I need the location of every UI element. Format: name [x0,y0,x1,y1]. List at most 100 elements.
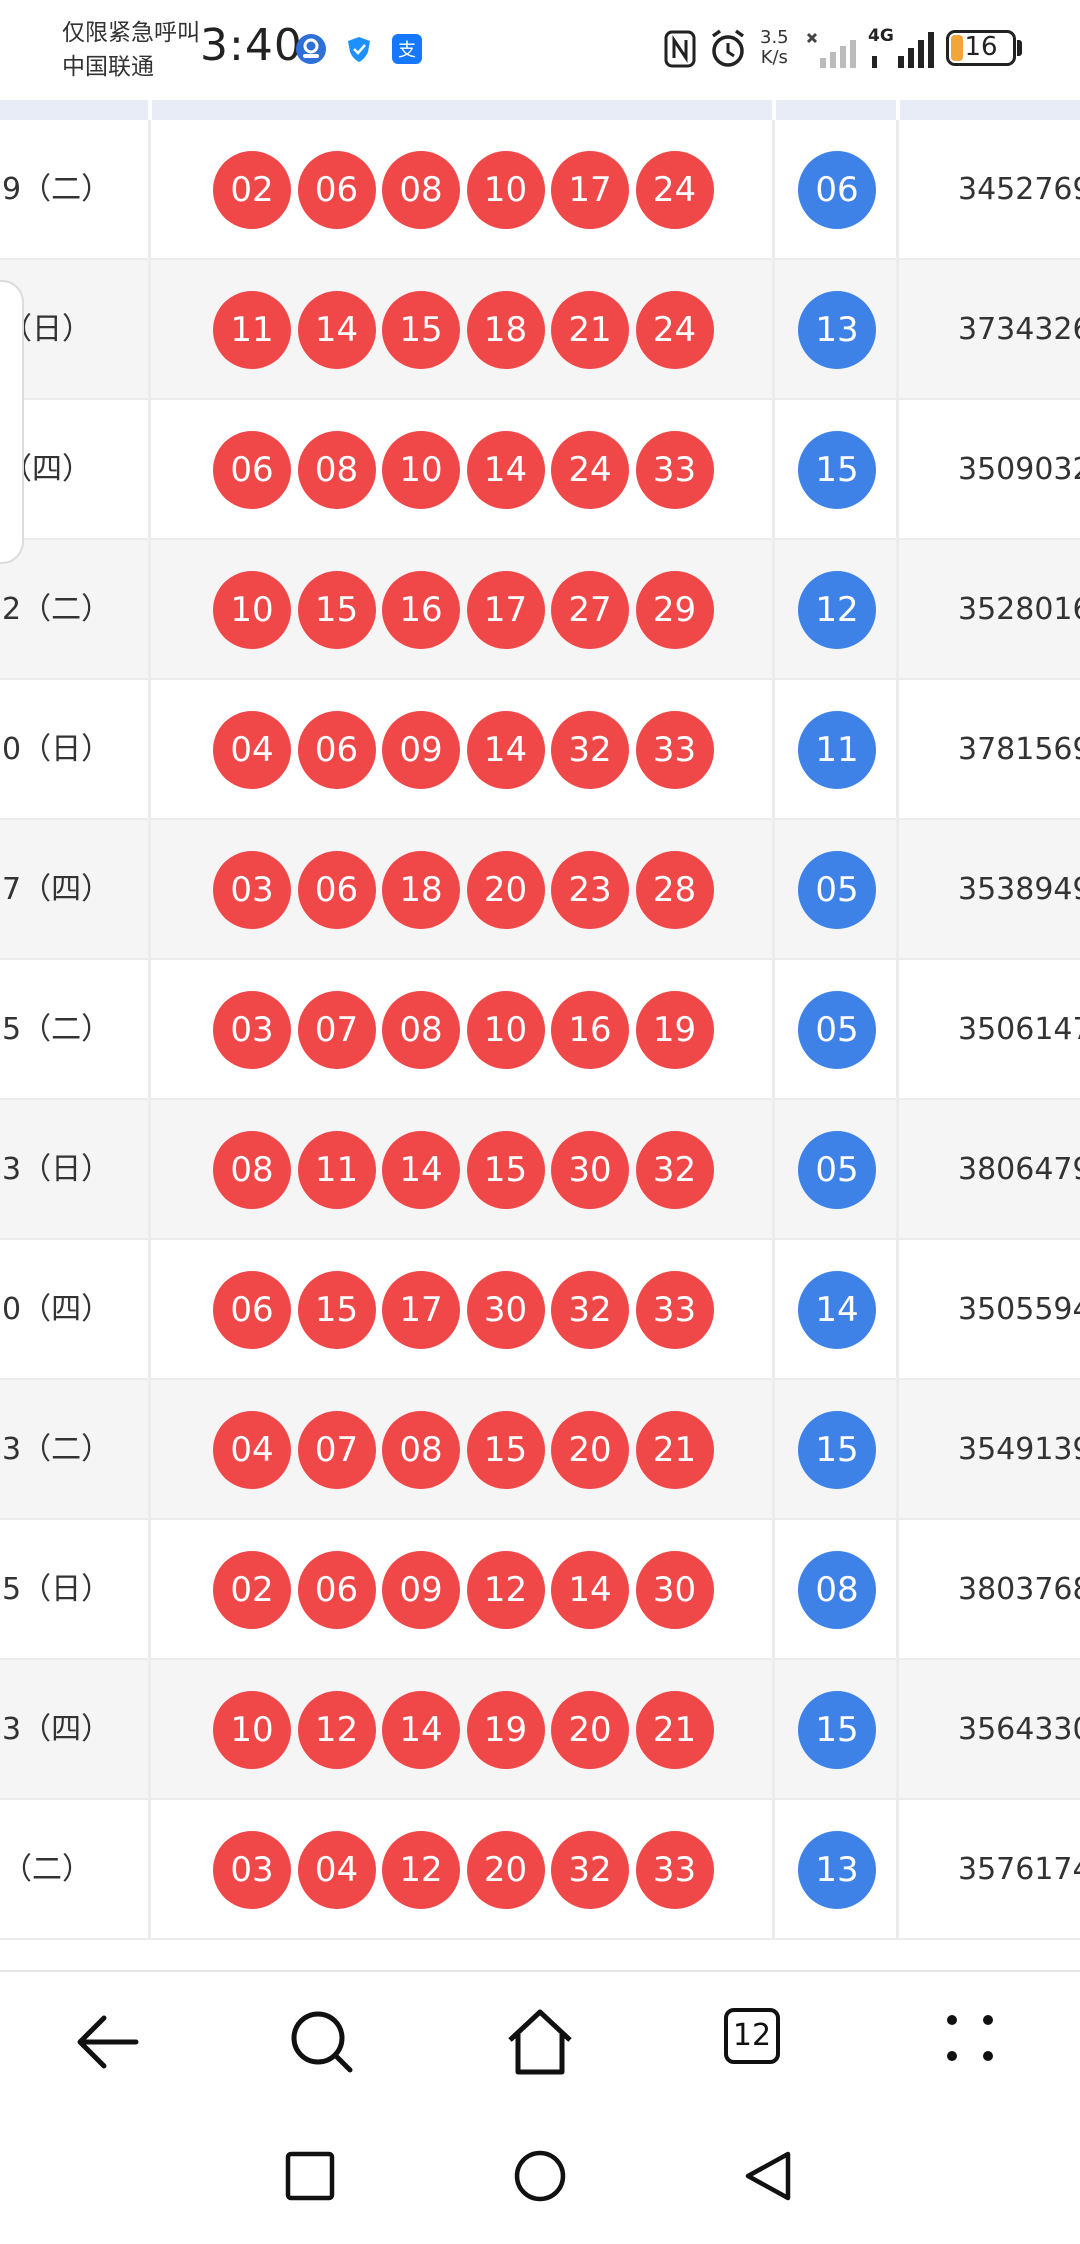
red-ball: 03 [213,1831,291,1909]
table-row[interactable]: 7（四） 03 06 18 20 23 28 05 3538949 [0,820,1080,960]
red-ball: 15 [297,571,376,649]
home-icon [508,2009,572,2075]
table-row[interactable]: 0（日） 04 06 09 14 32 33 11 3781569 [0,680,1080,820]
back-arrow-icon [77,2015,139,2069]
red-ball: 33 [635,1271,714,1349]
red-ball: 33 [635,1831,714,1909]
red-ball: 08 [213,1131,291,1209]
blue-ball: 05 [798,991,876,1069]
red-ball: 30 [466,1271,545,1349]
red-ball: 06 [297,151,376,229]
system-back-button[interactable] [740,2146,800,2206]
blue-ball: 14 [798,1271,876,1349]
red-ball: 15 [466,1411,545,1489]
red-ball: 21 [551,291,629,369]
red-ball: 15 [297,1271,376,1349]
home-button[interactable] [500,2002,580,2082]
table-row[interactable]: 2（二） 10 15 16 17 27 29 12 3528016 [0,540,1080,680]
red-ball: 29 [635,571,714,649]
signal-icon [806,26,862,72]
red-ball: 14 [466,711,545,789]
wallet-icon [296,34,326,64]
red-ball: 27 [551,571,629,649]
blue-ball: 15 [798,431,876,509]
table-row[interactable]: 3（日） 08 11 14 15 30 32 05 3806479 [0,1100,1080,1240]
draw-date: 5（日） [2,1572,112,1607]
red-ball: 19 [635,991,714,1069]
red-ball: 24 [551,431,629,509]
sales-amount: 3505594 [958,1292,1080,1327]
draw-date: 0（日） [2,732,112,767]
sales-amount: 3576174 [958,1852,1080,1887]
table-row[interactable]: （四） 06 08 10 14 24 33 15 3509032 [0,400,1080,540]
red-ball: 10 [466,991,545,1069]
red-ball: 19 [466,1691,545,1769]
system-navigation-bar [0,2106,1080,2244]
shield-icon [344,34,374,64]
red-ball: 32 [551,1271,629,1349]
red-ball: 14 [382,1691,460,1769]
draw-date: 3（二） [2,1432,112,1467]
network-speed: 3.5 K/s [760,28,789,68]
carrier-line-2: 中国联通 [62,54,154,80]
sales-amount: 3506147 [958,1012,1080,1047]
red-ball: 11 [213,291,291,369]
side-drawer-handle[interactable] [0,280,24,564]
carrier-info: 仅限紧急呼叫 中国联通 [62,16,200,84]
search-icon [291,2011,353,2073]
red-ball: 18 [466,291,545,369]
table-row[interactable]: 0（四） 06 15 17 30 32 33 14 3505594 [0,1240,1080,1380]
search-button[interactable] [282,2002,362,2082]
red-ball: 10 [213,571,291,649]
red-ball: 09 [382,711,460,789]
table-row[interactable]: 3（二） 04 07 08 15 20 21 15 3549139 [0,1380,1080,1520]
cellular-signal: 4G [868,26,938,72]
red-ball: 02 [213,1551,291,1629]
red-ball: 16 [382,571,460,649]
red-ball: 06 [297,1551,376,1629]
table-row[interactable]: 5（日） 02 06 09 12 14 30 08 3803768 [0,1520,1080,1660]
red-ball: 07 [297,991,376,1069]
sales-amount: 3509032 [958,452,1080,487]
draw-date: 2（二） [2,592,112,627]
red-ball: 32 [635,1131,714,1209]
table-row[interactable]: （二） 03 04 12 20 32 33 13 3576174 [0,1800,1080,1940]
red-ball: 04 [297,1831,376,1909]
table-row[interactable]: 9（二） 02 06 08 10 17 24 06 3452769 [0,120,1080,260]
red-ball: 10 [382,431,460,509]
draw-date: （二） [2,1852,92,1887]
red-ball: 02 [213,151,291,229]
tabs-button[interactable]: 12 [724,2002,804,2082]
nav-back-icon [745,2151,791,2201]
more-button[interactable] [932,2002,1012,2082]
red-ball: 12 [466,1551,545,1629]
red-ball: 04 [213,711,291,789]
blue-ball: 13 [798,291,876,369]
red-ball: 12 [382,1831,460,1909]
sales-amount: 3538949 [958,872,1080,907]
system-home-button[interactable] [510,2146,570,2206]
blue-ball: 12 [798,571,876,649]
table-row[interactable]: （日） 11 14 15 18 21 24 13 3734326 [0,260,1080,400]
red-ball: 03 [213,991,291,1069]
draw-date: 7（四） [2,872,112,907]
back-button[interactable] [68,2002,148,2082]
recent-apps-button[interactable] [280,2146,340,2206]
status-time: 3:40 [200,20,303,71]
red-ball: 33 [635,711,714,789]
sales-amount: 3564330 [958,1712,1080,1747]
status-bar: 仅限紧急呼叫 中国联通 3:40 支 3.5 K/s 4G 16 [0,0,1080,100]
table-row[interactable]: 5（二） 03 07 08 10 16 19 05 3506147 [0,960,1080,1100]
sales-amount: 3452769 [958,172,1080,207]
table-row[interactable]: 3（四） 10 12 14 19 20 21 15 3564330 [0,1660,1080,1800]
lottery-results-table[interactable]: 9（二） 02 06 08 10 17 24 06 3452769 （日） 11 14 15 18 21 24… [0,100,1080,1970]
sales-amount: 3734326 [958,312,1080,347]
draw-date: 9（二） [2,172,112,207]
red-ball: 08 [382,151,460,229]
red-ball: 04 [213,1411,291,1489]
red-ball: 17 [466,571,545,649]
sales-amount: 3803768 [958,1572,1080,1607]
red-ball: 11 [297,1131,376,1209]
draw-date: 5（二） [2,1012,112,1047]
red-ball: 32 [551,1831,629,1909]
